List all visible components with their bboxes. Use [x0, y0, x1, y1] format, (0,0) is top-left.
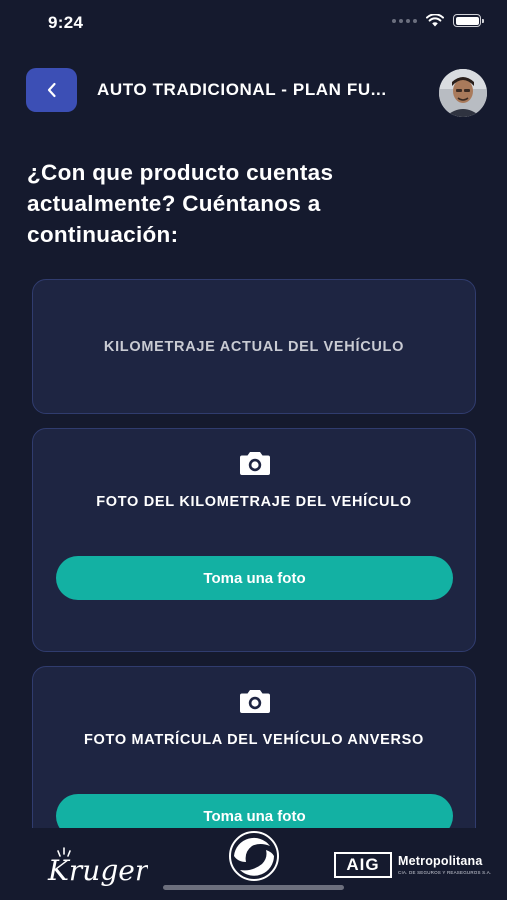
mileage-photo-label: FOTO DEL KILOMETRAJE DEL VEHÍCULO [96, 494, 412, 510]
camera-icon [240, 452, 270, 475]
svg-text:Kruger: Kruger [47, 854, 148, 887]
back-chevron-icon [47, 82, 56, 98]
status-time: 9:24 [48, 13, 84, 32]
status-bar: 9:24 [0, 0, 507, 46]
home-indicator[interactable] [163, 885, 344, 890]
header-title: AUTO TRADICIONAL - PLAN FU... [97, 80, 387, 99]
question-heading: ¿Con que producto cuentas actualmente? C… [27, 160, 334, 247]
mileage-input-card[interactable]: KILOMETRAJE ACTUAL DEL VEHÍCULO [32, 279, 476, 414]
wifi-icon [426, 14, 444, 27]
take-mileage-photo-button[interactable]: Toma una foto [56, 556, 453, 600]
mileage-input-label: KILOMETRAJE ACTUAL DEL VEHÍCULO [103, 339, 405, 355]
aig-logo: AIG [334, 852, 392, 878]
signal-icon [392, 18, 417, 23]
metropolitana-subtitle: CIA. DE SEGUROS Y REASEGUROS S.A. [398, 870, 492, 875]
center-logo [229, 831, 279, 881]
camera-icon [240, 690, 270, 713]
kruger-logo: Kruger [47, 847, 148, 887]
avatar[interactable] [439, 69, 487, 117]
header: AUTO TRADICIONAL - PLAN FU... [0, 66, 507, 117]
plate-photo-label: FOTO MATRÍCULA DEL VEHÍCULO ANVERSO [83, 732, 425, 748]
mileage-photo-card: FOTO DEL KILOMETRAJE DEL VEHÍCULO Toma u… [32, 428, 476, 652]
back-button[interactable] [26, 68, 77, 112]
metropolitana-logo: Metropolitana [398, 854, 483, 868]
status-icons [392, 14, 484, 27]
battery-icon [453, 14, 484, 27]
